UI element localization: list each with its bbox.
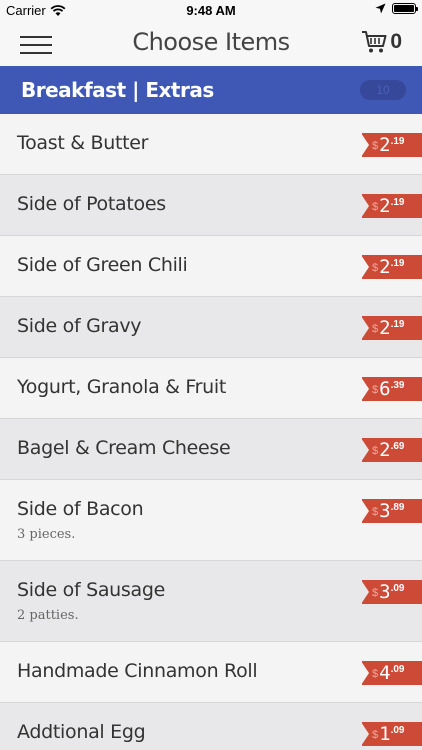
list-item[interactable]: Toast & Butter $2.19 <box>0 114 422 175</box>
list-item[interactable]: Side of Gravy $2.19 <box>0 297 422 358</box>
price-cents: .19 <box>390 136 405 147</box>
list-item[interactable]: Side of Bacon 3 pieces. $3.89 <box>0 480 422 561</box>
item-name: Side of Potatoes <box>17 193 166 215</box>
status-bar: Carrier 9:48 AM <box>0 0 422 22</box>
price-dollars: 4 <box>379 662 390 684</box>
price-currency: $ <box>372 323 379 335</box>
price-cents: .39 <box>390 380 405 391</box>
list-item[interactable]: Side of Green Chili $2.19 <box>0 236 422 297</box>
item-name: Side of Green Chili <box>17 254 188 276</box>
price-tag: $2.69 <box>361 438 422 462</box>
item-name: Side of Gravy <box>17 315 142 337</box>
status-time: 9:48 AM <box>186 3 236 18</box>
price-cents: .19 <box>390 258 405 269</box>
price-currency: $ <box>372 262 379 274</box>
price-dollars: 3 <box>379 581 390 603</box>
section-title: Breakfast | Extras <box>21 78 214 102</box>
item-name: Bagel & Cream Cheese <box>17 437 231 459</box>
item-list: Toast & Butter $2.19 Side of Potatoes $2… <box>0 114 422 750</box>
price-dollars: 1 <box>379 723 390 745</box>
price-tag: $3.89 <box>361 499 422 523</box>
price-tag: $4.09 <box>361 661 422 685</box>
list-item[interactable]: Side of Sausage 2 patties. $3.09 <box>0 561 422 642</box>
location-arrow-icon <box>375 3 386 14</box>
nav-bar: Choose Items 0 <box>0 22 422 66</box>
list-item[interactable]: Yogurt, Granola & Fruit $6.39 <box>0 358 422 419</box>
price-cents: .09 <box>390 583 405 594</box>
price-dollars: 2 <box>379 317 390 339</box>
price-cents: .19 <box>390 197 405 208</box>
price-currency: $ <box>372 668 379 680</box>
price-tag: $2.19 <box>361 194 422 218</box>
item-name: Side of Bacon <box>17 498 144 520</box>
price-currency: $ <box>372 384 379 396</box>
price-tag: $3.09 <box>361 580 422 604</box>
price-currency: $ <box>372 587 379 599</box>
price-cents: .89 <box>390 502 405 513</box>
cart-icon <box>362 31 387 53</box>
price-currency: $ <box>372 506 379 518</box>
item-name: Toast & Butter <box>17 132 149 154</box>
item-name: Side of Sausage <box>17 579 166 601</box>
price-dollars: 2 <box>379 256 390 278</box>
list-item[interactable]: Bagel & Cream Cheese $2.69 <box>0 419 422 480</box>
cart-count: 0 <box>390 30 402 53</box>
price-tag: $6.39 <box>361 377 422 401</box>
section-badge: 10 <box>360 80 406 100</box>
price-dollars: 6 <box>379 378 390 400</box>
item-name: Addtional Egg <box>17 721 146 743</box>
cart-button[interactable]: 0 <box>361 30 402 54</box>
item-name: Yogurt, Granola & Fruit <box>17 376 227 398</box>
price-dollars: 3 <box>379 500 390 522</box>
item-description: 3 pieces. <box>17 527 76 542</box>
price-cents: .19 <box>390 319 405 330</box>
price-currency: $ <box>372 729 379 741</box>
page-title: Choose Items <box>132 28 290 56</box>
section-header: Breakfast | Extras 10 <box>0 66 422 114</box>
list-item[interactable]: Addtional Egg $1.09 <box>0 703 422 750</box>
status-right <box>375 3 418 14</box>
battery-icon <box>392 3 418 14</box>
price-currency: $ <box>372 445 379 457</box>
item-description: 2 patties. <box>17 608 79 623</box>
price-cents: .09 <box>390 664 405 675</box>
price-cents: .69 <box>390 441 405 452</box>
price-dollars: 2 <box>379 134 390 156</box>
price-cents: .09 <box>390 725 405 736</box>
price-tag: $1.09 <box>361 722 422 746</box>
price-currency: $ <box>372 140 379 152</box>
list-item[interactable]: Handmade Cinnamon Roll $4.09 <box>0 642 422 703</box>
price-tag: $2.19 <box>361 255 422 279</box>
price-tag: $2.19 <box>361 133 422 157</box>
list-item[interactable]: Side of Potatoes $2.19 <box>0 175 422 236</box>
item-name: Handmade Cinnamon Roll <box>17 660 258 682</box>
price-dollars: 2 <box>379 439 390 461</box>
price-dollars: 2 <box>379 195 390 217</box>
price-tag: $2.19 <box>361 316 422 340</box>
price-currency: $ <box>372 201 379 213</box>
